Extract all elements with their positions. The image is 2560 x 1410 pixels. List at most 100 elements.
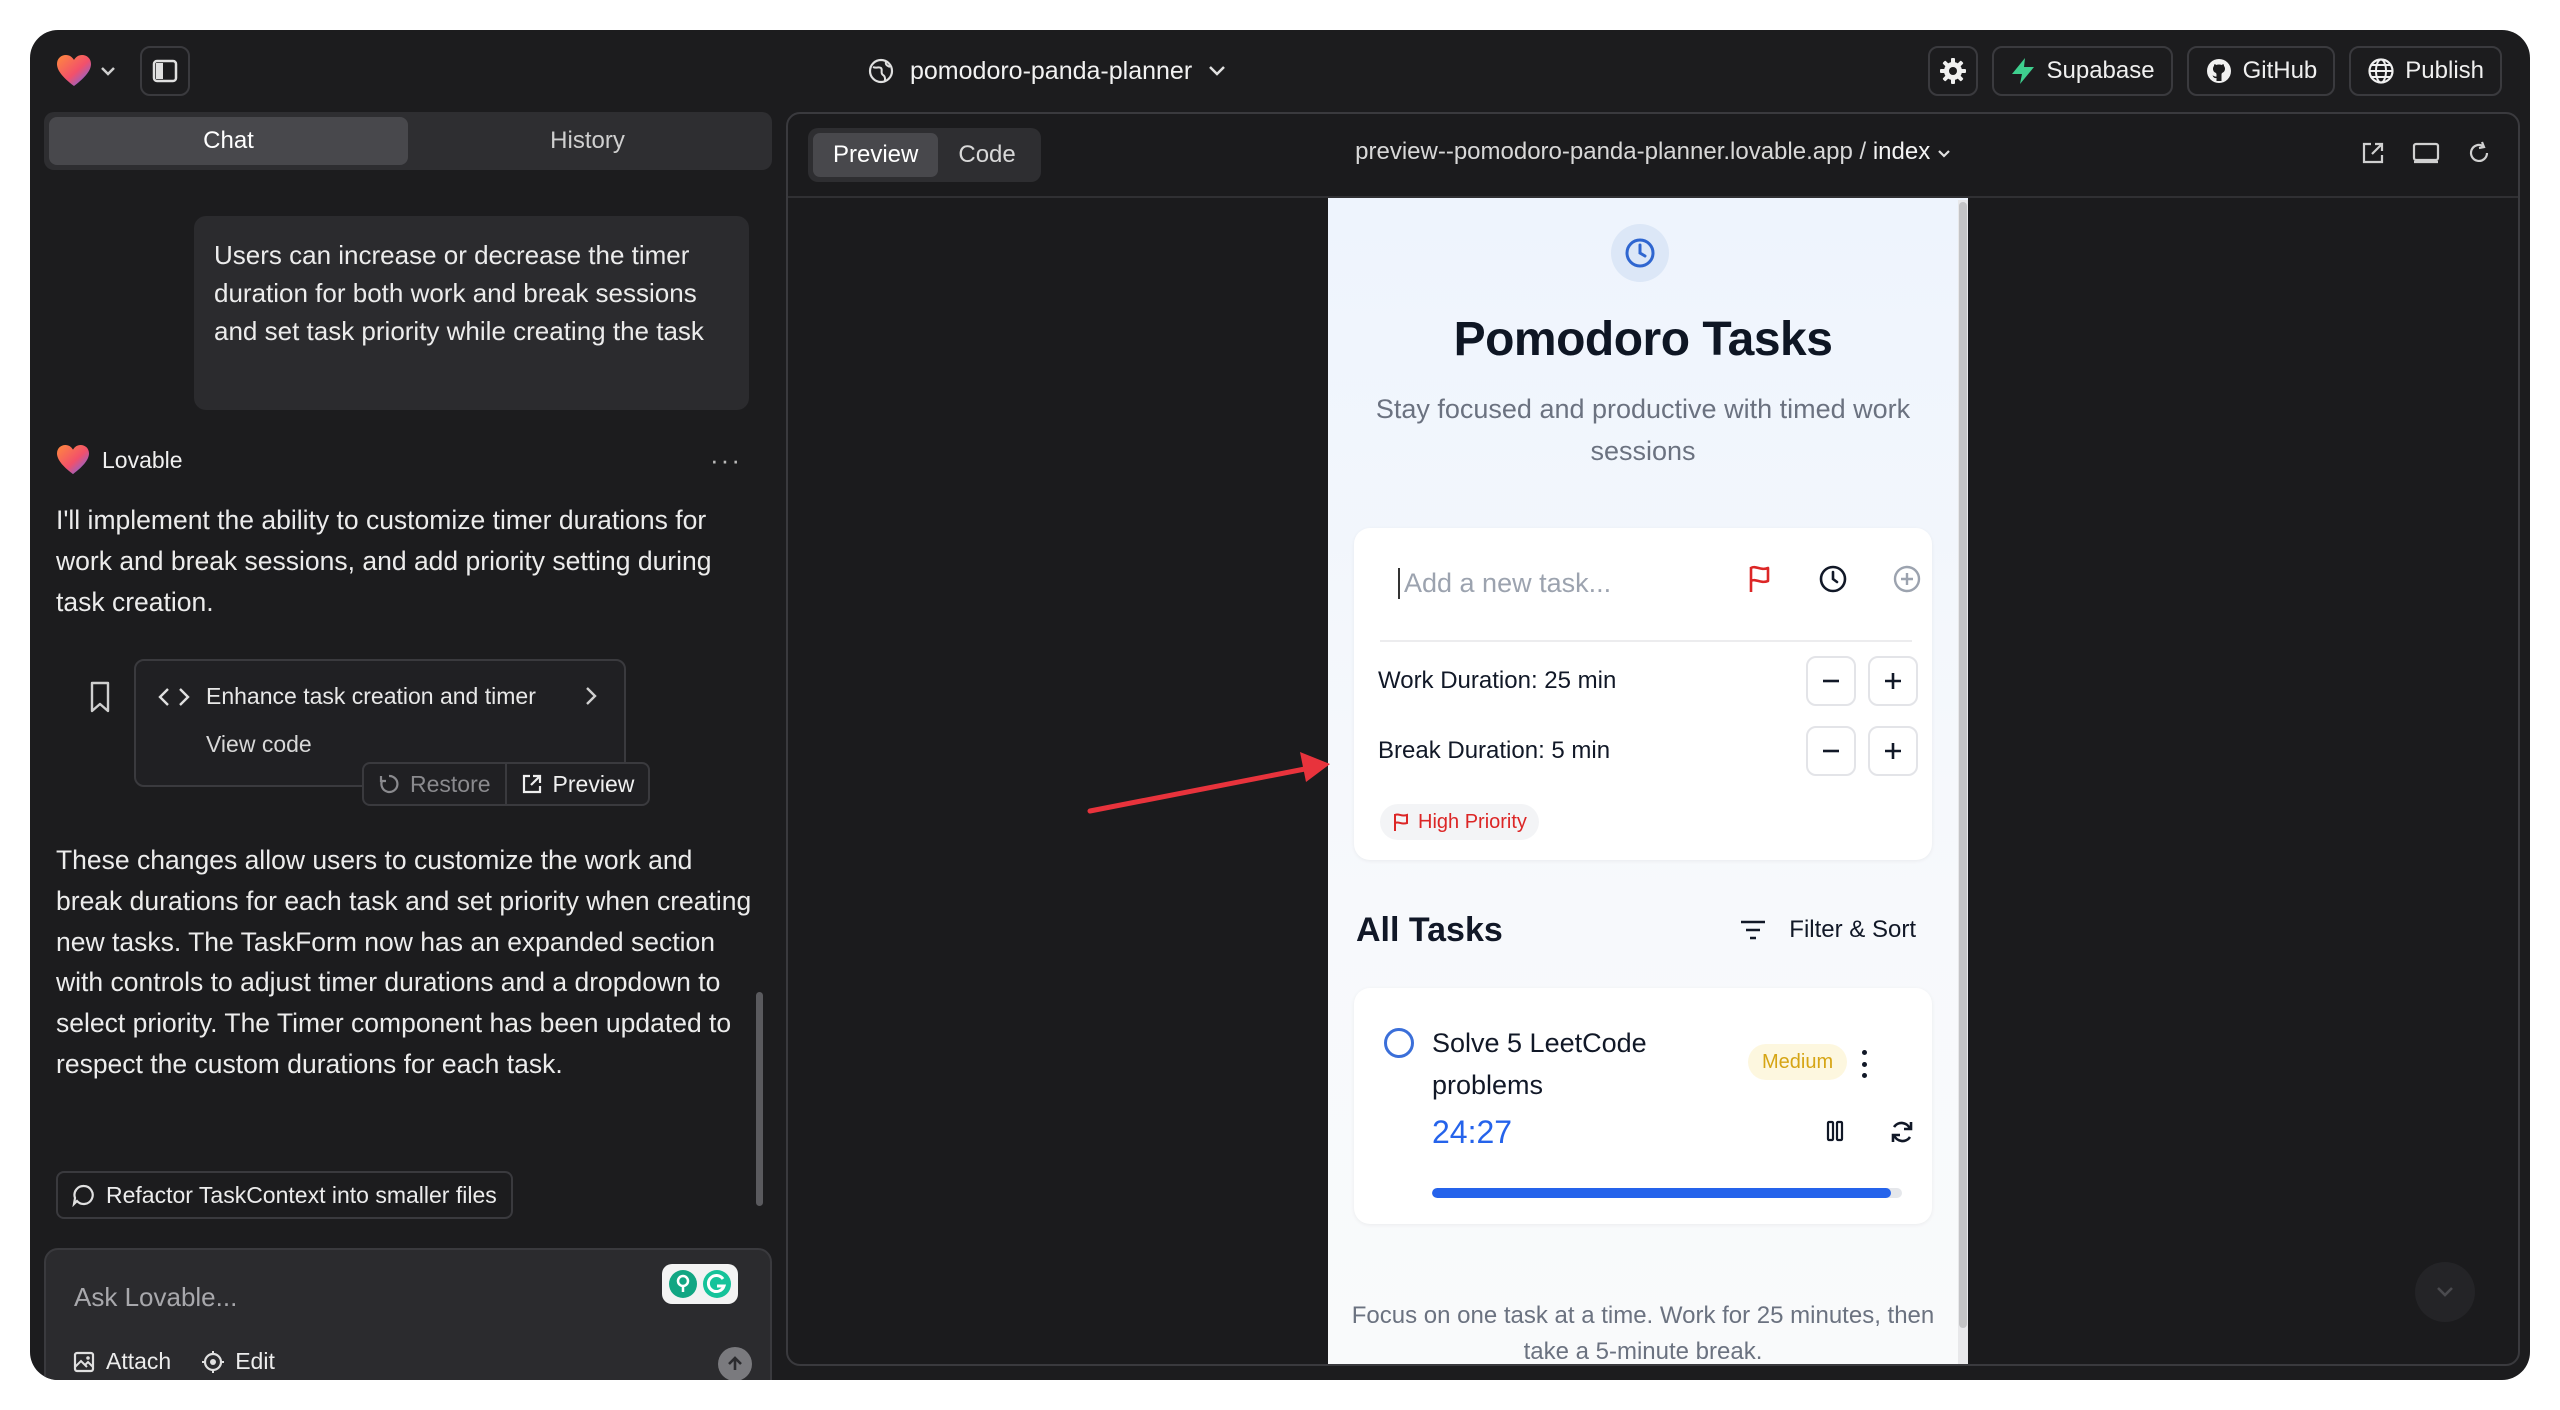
app-preview-viewport: Pomodoro Tasks Stay focused and producti… bbox=[1328, 198, 1968, 1364]
refresh-icon[interactable] bbox=[1888, 1118, 1916, 1146]
clock-icon bbox=[1625, 238, 1655, 268]
plus-icon bbox=[1885, 673, 1901, 689]
globe-icon bbox=[868, 58, 894, 84]
attach-button[interactable]: Attach bbox=[72, 1348, 171, 1375]
send-button[interactable] bbox=[718, 1347, 752, 1380]
chat-scrollbar[interactable] bbox=[756, 992, 763, 1206]
filter-sort-button[interactable]: Filter & Sort bbox=[1739, 916, 1916, 944]
supabase-button[interactable]: Supabase bbox=[1992, 46, 2173, 96]
flag-icon bbox=[1394, 813, 1408, 831]
image-icon bbox=[73, 1351, 95, 1372]
url-host: preview--pomodoro-panda-planner.lovable.… bbox=[1355, 138, 1853, 165]
break-increase-button[interactable] bbox=[1868, 726, 1918, 776]
filter-sort-label: Filter & Sort bbox=[1789, 916, 1916, 943]
flag-icon[interactable] bbox=[1746, 564, 1774, 594]
top-right-actions: Supabase GitHub Publish bbox=[1928, 46, 2502, 96]
preview-scrollbar[interactable] bbox=[1958, 200, 1968, 1364]
code-card-title: Enhance task creation and timer bbox=[206, 683, 536, 709]
chevron-right-icon bbox=[586, 687, 597, 705]
message-menu-icon[interactable]: ··· bbox=[710, 445, 742, 476]
tab-chat[interactable]: Chat bbox=[49, 117, 408, 165]
top-bar: pomodoro-panda-planner Supabase GitHub P… bbox=[30, 30, 2530, 112]
form-divider bbox=[1380, 640, 1912, 642]
settings-button[interactable] bbox=[1928, 46, 1979, 96]
grammarly-assist-icon bbox=[669, 1270, 697, 1298]
work-duration-label: Work Duration: 25 min bbox=[1378, 667, 1617, 694]
bookmark-icon[interactable] bbox=[86, 680, 114, 714]
heart-logo-icon bbox=[57, 55, 91, 86]
preview-panel: Preview Code preview--pomodoro-panda-pla… bbox=[786, 112, 2520, 1366]
filter-icon bbox=[1741, 920, 1766, 940]
chevron-down-icon bbox=[1938, 150, 1950, 158]
kebab-dot bbox=[1861, 1050, 1867, 1055]
project-name-label: pomodoro-panda-planner bbox=[910, 56, 1193, 85]
logo-menu-button[interactable] bbox=[56, 52, 126, 90]
work-decrease-button[interactable] bbox=[1806, 656, 1856, 706]
composer-toolbar: Attach Edit bbox=[72, 1348, 275, 1375]
github-button[interactable]: GitHub bbox=[2186, 46, 2336, 96]
github-icon bbox=[2206, 59, 2231, 83]
assistant-message-summary: These changes allow users to customize t… bbox=[56, 845, 752, 1079]
preview-scrollbar-thumb[interactable] bbox=[1959, 202, 1967, 1328]
chat-input[interactable]: Ask Lovable... bbox=[74, 1282, 237, 1313]
app-window: pomodoro-panda-planner Supabase GitHub P… bbox=[30, 30, 2530, 1380]
chat-panel: Chat History Users can increase or decre… bbox=[44, 112, 772, 1380]
preview-url[interactable]: preview--pomodoro-panda-planner.lovable.… bbox=[788, 138, 2518, 166]
view-code-link[interactable]: View code bbox=[206, 731, 312, 758]
minus-icon bbox=[1823, 679, 1839, 683]
project-switcher[interactable]: pomodoro-panda-planner bbox=[868, 50, 1226, 92]
sidebar-toggle-button[interactable] bbox=[140, 46, 190, 96]
publish-button[interactable]: Publish bbox=[2349, 46, 2502, 96]
globe-icon bbox=[2368, 58, 2394, 84]
external-link-icon[interactable] bbox=[2360, 140, 2386, 166]
priority-selector[interactable]: High Priority bbox=[1380, 804, 1539, 840]
grammarly-widget[interactable] bbox=[662, 1264, 738, 1304]
break-decrease-button[interactable] bbox=[1806, 726, 1856, 776]
priority-label: High Priority bbox=[1418, 810, 1527, 833]
github-label: GitHub bbox=[2242, 57, 2318, 84]
timer-controls bbox=[1822, 1118, 1916, 1146]
task-card: Solve 5 LeetCode problems Medium 24:27 bbox=[1354, 988, 1932, 1224]
preview-version-button[interactable]: Preview bbox=[507, 764, 649, 804]
plus-icon bbox=[1885, 743, 1901, 759]
user-message: Users can increase or decrease the timer… bbox=[194, 216, 749, 410]
suggestion-label: Refactor TaskContext into smaller files bbox=[106, 1181, 497, 1208]
assistant-message-intro: I'll implement the ability to customize … bbox=[56, 505, 712, 617]
task-input[interactable]: Add a new task... bbox=[1398, 568, 1611, 599]
url-page: index bbox=[1872, 138, 1931, 165]
task-complete-checkbox[interactable] bbox=[1384, 1028, 1414, 1058]
app-logo bbox=[1611, 224, 1669, 282]
supabase-label: Supabase bbox=[2046, 57, 2155, 84]
chat-composer: Ask Lovable... Attach Edit bbox=[44, 1248, 772, 1380]
task-menu-button[interactable] bbox=[1854, 1046, 1874, 1082]
preview-header-actions bbox=[2360, 140, 2492, 166]
publish-label: Publish bbox=[2405, 57, 2484, 84]
suggestion-chip[interactable]: Refactor TaskContext into smaller files bbox=[56, 1171, 513, 1219]
tab-history[interactable]: History bbox=[408, 117, 767, 165]
gear-icon bbox=[1940, 58, 1967, 84]
minus-icon bbox=[1823, 749, 1839, 753]
chat-bubble-icon bbox=[72, 1184, 94, 1207]
monitor-icon[interactable] bbox=[2412, 140, 2440, 166]
assistant-name: Lovable bbox=[102, 446, 183, 473]
clock-icon[interactable] bbox=[1818, 564, 1848, 594]
priority-badge: Medium bbox=[1748, 1044, 1848, 1080]
task-progress-fill bbox=[1432, 1188, 1892, 1198]
restore-button[interactable]: Restore bbox=[364, 764, 507, 804]
url-separator: / bbox=[1852, 138, 1873, 165]
assistant-header: Lovable ··· bbox=[56, 442, 756, 478]
pause-icon[interactable] bbox=[1822, 1118, 1848, 1144]
kebab-dot bbox=[1861, 1073, 1867, 1078]
refresh-icon[interactable] bbox=[2466, 140, 2492, 166]
scroll-down-button[interactable] bbox=[2415, 1262, 2475, 1322]
external-link-icon bbox=[522, 774, 541, 794]
preview-label: Preview bbox=[552, 770, 635, 797]
task-progress-bar bbox=[1432, 1188, 1902, 1198]
restore-label: Restore bbox=[410, 770, 491, 797]
break-duration-row: Break Duration: 5 min bbox=[1378, 726, 1918, 776]
edit-button[interactable]: Edit bbox=[201, 1348, 275, 1375]
plus-circle-icon[interactable] bbox=[1892, 564, 1922, 594]
work-increase-button[interactable] bbox=[1868, 656, 1918, 706]
grammarly-g-icon bbox=[703, 1270, 731, 1298]
heart-logo-icon bbox=[57, 444, 89, 475]
